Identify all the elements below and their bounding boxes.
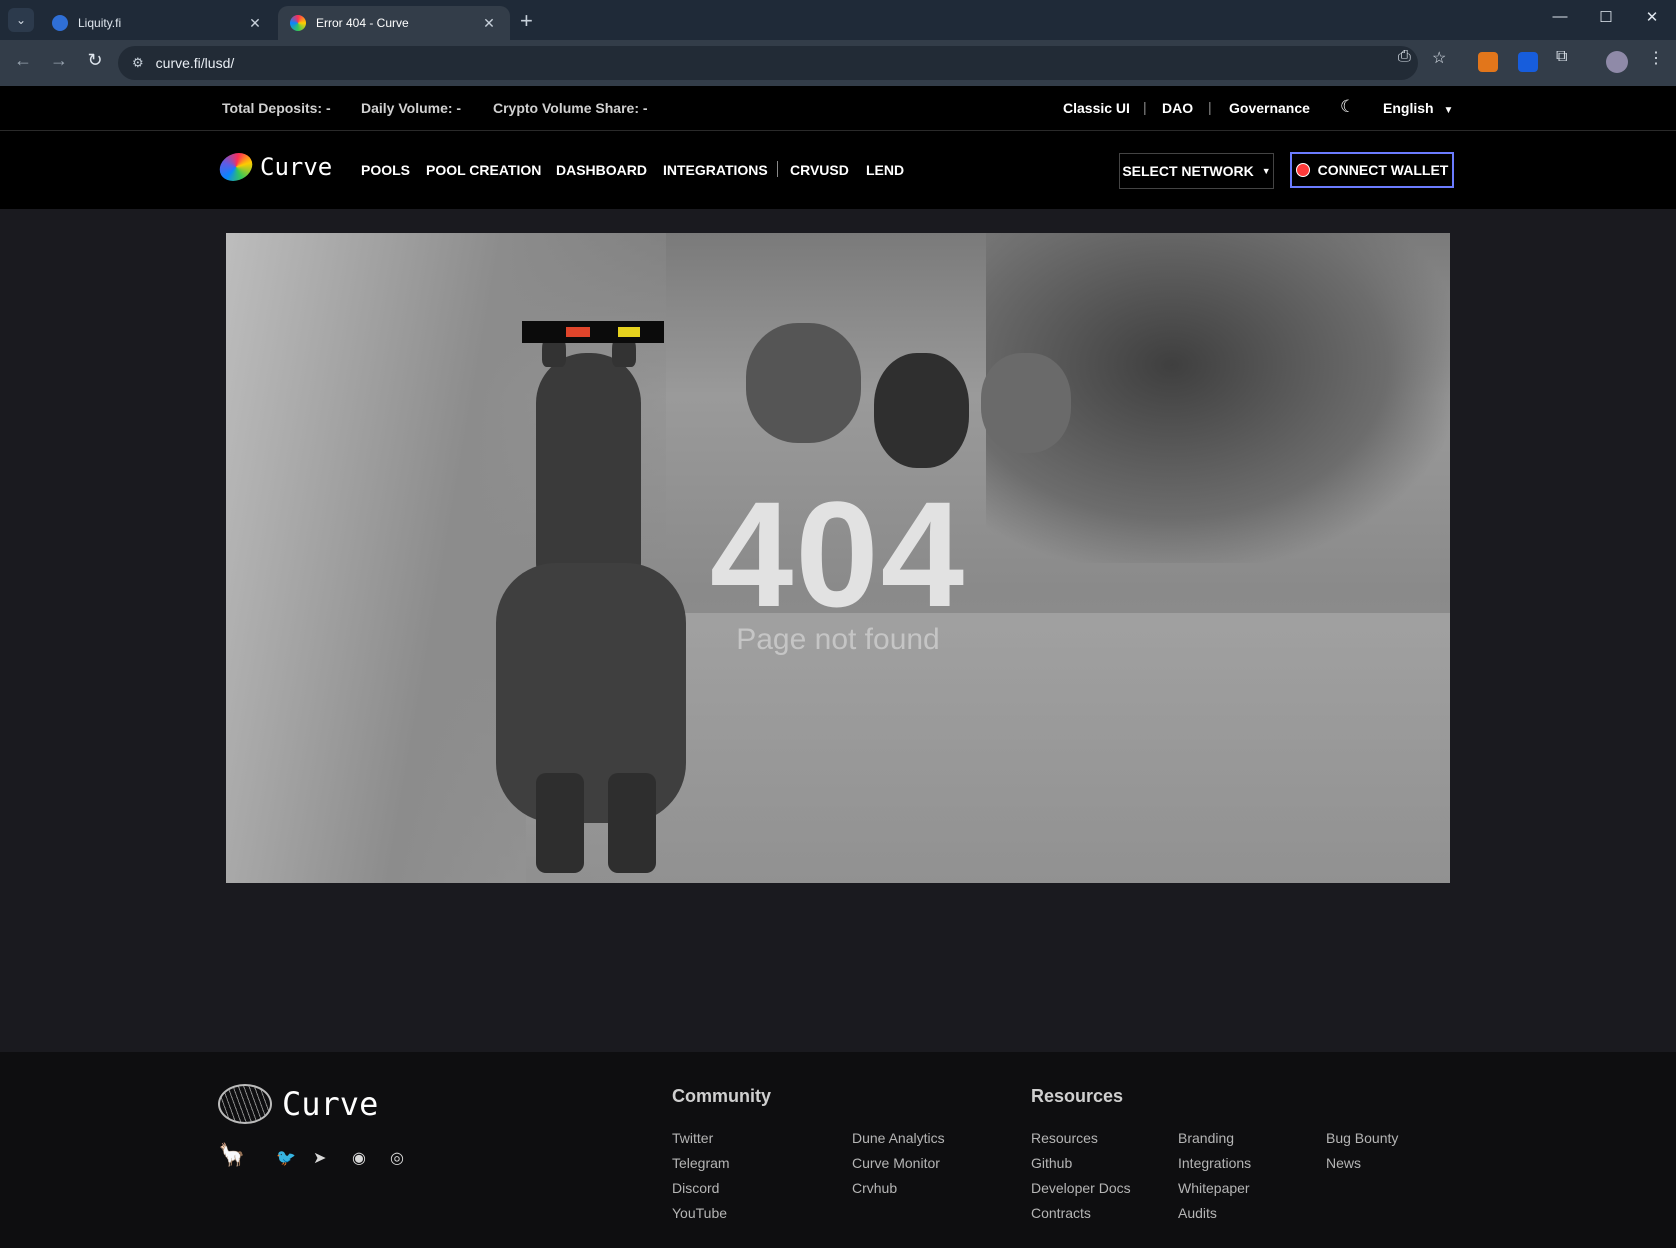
profile-avatar[interactable] (1606, 51, 1628, 73)
nav-integrations[interactable]: INTEGRATIONS (663, 162, 768, 178)
select-network-button[interactable]: SELECT NETWORK ▼ (1119, 153, 1274, 189)
background-alpaca (874, 353, 969, 468)
divider: | (1208, 99, 1212, 115)
metamask-extension-icon[interactable] (1478, 52, 1498, 72)
language-select[interactable]: English ▼ (1383, 100, 1453, 116)
footer-link-crvhub[interactable]: Crvhub (852, 1180, 897, 1196)
maximize-icon[interactable]: ☐ (1591, 8, 1621, 26)
close-tab-icon[interactable]: ✕ (480, 15, 498, 32)
footer-link-bug-bounty[interactable]: Bug Bounty (1326, 1130, 1398, 1146)
browser-menu-icon[interactable]: ⋮ (1648, 48, 1664, 68)
footer-link-discord[interactable]: Discord (672, 1180, 719, 1196)
bitwarden-extension-icon[interactable] (1518, 52, 1538, 72)
footer-link-resources[interactable]: Resources (1031, 1130, 1098, 1146)
curve-wireframe-logo-icon (218, 1084, 272, 1124)
footer-link-telegram[interactable]: Telegram (672, 1155, 730, 1171)
install-app-icon[interactable]: ⎙ (1398, 48, 1411, 66)
footer-brand-name: Curve (282, 1085, 379, 1123)
connect-wallet-button[interactable]: CONNECT WALLET (1290, 152, 1454, 188)
extensions-puzzle-icon[interactable]: ⧉ (1556, 48, 1567, 66)
llama-icon[interactable]: 🦙 (218, 1142, 245, 1168)
footer-link-github[interactable]: Github (1031, 1155, 1072, 1171)
select-network-label: SELECT NETWORK (1122, 163, 1254, 179)
language-label: English (1383, 100, 1434, 116)
chevron-down-icon: ▼ (1443, 105, 1454, 116)
crypto-volume-share-stat: Crypto Volume Share: - (493, 100, 648, 116)
dark-mode-moon-icon[interactable]: ☾ (1340, 97, 1355, 117)
tab-error-404-curve[interactable]: Error 404 - Curve ✕ (278, 6, 510, 40)
back-arrow-icon[interactable]: ← (10, 50, 36, 71)
nav-crvusd[interactable]: CRVUSD (790, 162, 849, 178)
close-window-icon[interactable]: ✕ (1637, 8, 1667, 26)
nav-dashboard[interactable]: DASHBOARD (556, 162, 647, 178)
nav-pools[interactable]: POOLS (361, 162, 410, 178)
reload-icon[interactable]: ↻ (82, 50, 108, 71)
error-message: Page not found (736, 623, 940, 656)
bookmark-star-icon[interactable]: ☆ (1432, 48, 1446, 68)
governance-link[interactable]: Governance (1229, 100, 1310, 116)
liquity-favicon-icon (52, 15, 68, 31)
curve-favicon-icon (290, 15, 306, 31)
site-info-icon[interactable]: ⚙ (132, 55, 144, 71)
tab-search-button[interactable]: ⌄ (8, 8, 34, 32)
tab-title: Error 404 - Curve (316, 16, 409, 30)
footer-link-twitter[interactable]: Twitter (672, 1130, 713, 1146)
twitter-icon[interactable]: 🐦 (276, 1148, 296, 1168)
classic-ui-link[interactable]: Classic UI (1063, 100, 1130, 116)
nav-lend[interactable]: LEND (866, 162, 904, 178)
background-alpaca (981, 353, 1071, 453)
browser-tab-bar: ⌄ Liquity.fi ✕ Error 404 - Curve ✕ + — ☐… (0, 0, 1676, 40)
minimize-icon[interactable]: — (1545, 8, 1575, 25)
chevron-down-icon: ▼ (1261, 166, 1271, 176)
error-code: 404 (709, 470, 967, 638)
divider: | (1143, 99, 1147, 115)
footer-link-developer-docs[interactable]: Developer Docs (1031, 1180, 1131, 1196)
nav-pool-creation[interactable]: POOL CREATION (426, 162, 541, 178)
footer-link-curve-monitor[interactable]: Curve Monitor (852, 1155, 940, 1171)
github-icon[interactable]: ◉ (352, 1148, 366, 1168)
wallet-status-dot-icon (1295, 163, 1310, 177)
connect-wallet-label: CONNECT WALLET (1317, 162, 1449, 178)
main-navigation: Curve POOLS POOL CREATION DASHBOARD INTE… (0, 131, 1676, 209)
footer-curve-logo[interactable]: Curve (218, 1084, 378, 1124)
footer-link-youtube[interactable]: YouTube (672, 1205, 727, 1221)
error-hero-image: 404 Page not found (226, 233, 1450, 883)
total-deposits-stat: Total Deposits: - (222, 100, 331, 116)
footer: Curve 🦙 🐦 ➤ ◉ ◎ Community Twitter Telegr… (0, 1052, 1676, 1248)
community-heading: Community (672, 1086, 771, 1106)
address-bar[interactable]: ⚙ curve.fi/lusd/ (118, 46, 1418, 80)
daily-volume-stat: Daily Volume: - (361, 100, 462, 116)
curve-logo-icon (217, 153, 255, 181)
footer-link-contracts[interactable]: Contracts (1031, 1205, 1091, 1221)
discord-icon[interactable]: ◎ (390, 1148, 404, 1168)
footer-link-audits[interactable]: Audits (1178, 1205, 1217, 1221)
forward-arrow-icon[interactable]: → (46, 50, 72, 71)
new-tab-plus-icon[interactable]: + (520, 8, 533, 34)
telegram-icon[interactable]: ➤ (313, 1148, 326, 1168)
pixel-sunglasses-icon (522, 321, 664, 343)
background-alpaca (746, 323, 861, 443)
footer-link-dune-analytics[interactable]: Dune Analytics (852, 1130, 945, 1146)
footer-link-integrations[interactable]: Integrations (1178, 1155, 1251, 1171)
close-tab-icon[interactable]: ✕ (246, 15, 264, 32)
url-text[interactable]: curve.fi/lusd/ (156, 55, 235, 71)
stats-bar: Total Deposits: - Daily Volume: - Crypto… (0, 86, 1676, 131)
footer-link-whitepaper[interactable]: Whitepaper (1178, 1180, 1250, 1196)
tab-title: Liquity.fi (78, 16, 122, 30)
brand-name: Curve (260, 153, 333, 181)
tab-liquity[interactable]: Liquity.fi ✕ (40, 6, 276, 40)
footer-link-branding[interactable]: Branding (1178, 1130, 1234, 1146)
browser-toolbar: ← → ↻ ⚙ curve.fi/lusd/ ⎙ ☆ ⧉ ⋮ (0, 40, 1676, 86)
nav-divider (777, 161, 778, 177)
resources-heading: Resources (1031, 1086, 1124, 1106)
dao-link[interactable]: DAO (1162, 100, 1193, 116)
curve-logo[interactable]: Curve (217, 153, 333, 181)
footer-link-news[interactable]: News (1326, 1155, 1361, 1171)
